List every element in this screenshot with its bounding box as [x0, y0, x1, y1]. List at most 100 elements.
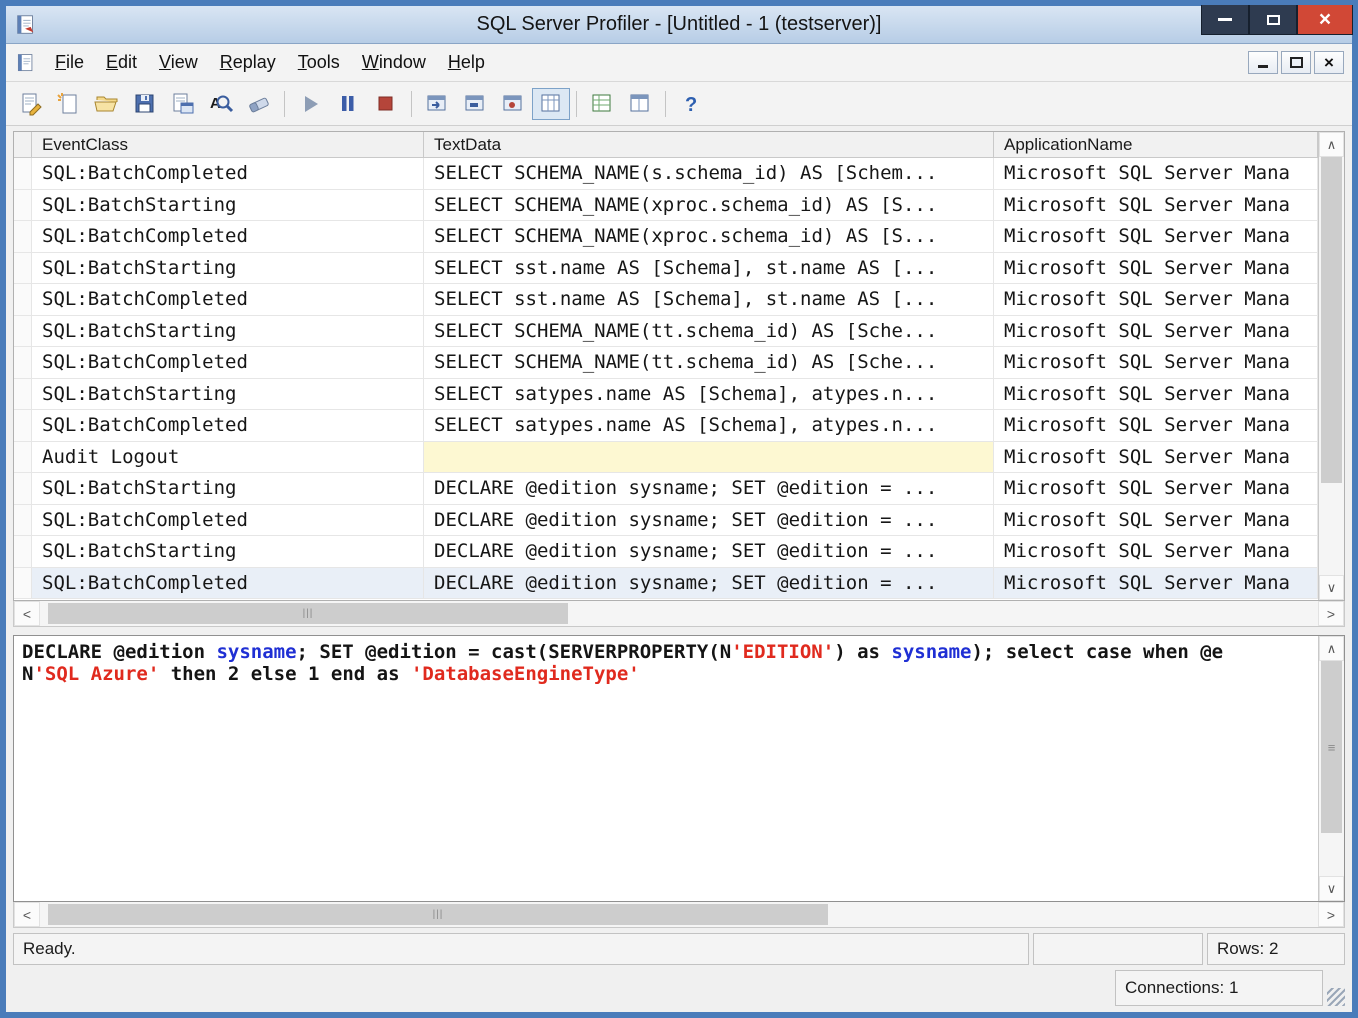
application-name-cell: Microsoft SQL Server Mana: [994, 442, 1318, 473]
menu-item-view[interactable]: View: [148, 47, 209, 78]
column-header-applicationname[interactable]: ApplicationName: [994, 132, 1318, 157]
save-trace-button[interactable]: [126, 88, 164, 120]
text-data-cell: [424, 442, 994, 473]
table-row[interactable]: SQL:BatchStartingSELECT SCHEMA_NAME(tt.s…: [14, 316, 1318, 348]
menu-item-tools[interactable]: Tools: [287, 47, 351, 78]
find-button[interactable]: A: [202, 88, 240, 120]
pause-replay-button[interactable]: [329, 88, 367, 120]
table-row[interactable]: SQL:BatchCompletedSELECT satypes.name AS…: [14, 410, 1318, 442]
grip-icon: |||: [433, 909, 444, 920]
table-row[interactable]: SQL:BatchStartingDECLARE @edition sysnam…: [14, 473, 1318, 505]
execute-one-step-icon: [424, 91, 450, 117]
event-class-cell: SQL:BatchCompleted: [32, 158, 424, 189]
table-row[interactable]: SQL:BatchStartingSELECT satypes.name AS …: [14, 379, 1318, 411]
mdi-minimize-button[interactable]: [1248, 51, 1278, 74]
help-button[interactable]: ?: [672, 88, 710, 120]
mdi-close-button[interactable]: ×: [1314, 51, 1344, 74]
resize-grip[interactable]: [1327, 988, 1345, 1006]
row-header-cell: [14, 284, 32, 315]
scroll-thumb[interactable]: ≡: [1321, 661, 1342, 833]
stop-replay-button[interactable]: [367, 88, 405, 120]
grid-vertical-scrollbar[interactable]: ∧ ∨: [1318, 132, 1344, 600]
scroll-track[interactable]: ≡: [1319, 661, 1344, 876]
event-class-cell: SQL:BatchStarting: [32, 253, 424, 284]
application-name-cell: Microsoft SQL Server Mana: [994, 221, 1318, 252]
event-class-cell: Audit Logout: [32, 442, 424, 473]
scroll-down-button[interactable]: ∨: [1319, 575, 1344, 600]
scroll-up-button[interactable]: ∧: [1319, 636, 1344, 661]
run-to-cursor-button[interactable]: [456, 88, 494, 120]
menu-item-file[interactable]: File: [44, 47, 95, 78]
toolbar-separator: [284, 91, 285, 117]
execute-one-step-button[interactable]: [418, 88, 456, 120]
scroll-right-button[interactable]: >: [1318, 601, 1344, 626]
scroll-left-button[interactable]: <: [14, 601, 40, 626]
scroll-right-button[interactable]: >: [1318, 902, 1344, 927]
organize-columns-button[interactable]: [532, 88, 570, 120]
scroll-thumb[interactable]: |||: [48, 904, 828, 925]
maximize-button[interactable]: [1249, 5, 1297, 35]
find-icon: A: [208, 91, 234, 117]
scroll-track[interactable]: |||: [40, 902, 1318, 927]
table-row[interactable]: SQL:BatchCompletedSELECT SCHEMA_NAME(s.s…: [14, 158, 1318, 190]
status-ready: Ready.: [13, 933, 1029, 965]
event-class-cell: SQL:BatchCompleted: [32, 505, 424, 536]
application-name-cell: Microsoft SQL Server Mana: [994, 253, 1318, 284]
status-bar: Ready. Rows: 2: [13, 933, 1345, 965]
scroll-left-button[interactable]: <: [14, 902, 40, 927]
scroll-down-button[interactable]: ∨: [1319, 876, 1344, 901]
menu-item-edit[interactable]: Edit: [95, 47, 148, 78]
minimize-button[interactable]: [1201, 5, 1249, 35]
application-name-cell: Microsoft SQL Server Mana: [994, 473, 1318, 504]
grid-body: SQL:BatchCompletedSELECT SCHEMA_NAME(s.s…: [14, 158, 1318, 600]
table-row[interactable]: Audit Logout Microsoft SQL Server Mana: [14, 442, 1318, 474]
scroll-track[interactable]: [1319, 157, 1344, 575]
detail-vertical-scrollbar[interactable]: ∧ ≡ ∨: [1318, 636, 1344, 901]
scroll-up-button[interactable]: ∧: [1319, 132, 1344, 157]
toggle-breakpoint-button[interactable]: [494, 88, 532, 120]
clear-trace-button[interactable]: [240, 88, 278, 120]
table-row[interactable]: SQL:BatchStartingDECLARE @edition sysnam…: [14, 536, 1318, 568]
detail-text[interactable]: DECLARE @edition sysname; SET @edition =…: [14, 636, 1318, 901]
window-title: SQL Server Profiler - [Untitled - 1 (tes…: [6, 13, 1352, 36]
table-row[interactable]: SQL:BatchCompletedSELECT SCHEMA_NAME(xpr…: [14, 221, 1318, 253]
scroll-thumb[interactable]: |||: [48, 603, 568, 624]
table-row[interactable]: SQL:BatchCompletedSELECT SCHEMA_NAME(tt.…: [14, 347, 1318, 379]
table-row[interactable]: SQL:BatchStartingSELECT sst.name AS [Sch…: [14, 253, 1318, 285]
status-row-count: Rows: 2: [1207, 933, 1345, 965]
table-row[interactable]: SQL:BatchCompletedDECLARE @edition sysna…: [14, 505, 1318, 537]
open-trace-button[interactable]: [88, 88, 126, 120]
sql-token: ); select case when @e: [971, 641, 1223, 663]
grid-results-button[interactable]: [583, 88, 621, 120]
row-header-cell: [14, 410, 32, 441]
row-header-cell: [14, 221, 32, 252]
new-trace-button[interactable]: [12, 88, 50, 120]
start-replay-button[interactable]: [291, 88, 329, 120]
sql-token: then 2 else 1 end as: [159, 663, 411, 685]
properties-button[interactable]: [164, 88, 202, 120]
sql-token: ; SET @edition = cast(SERVERPROPERTY(N: [297, 641, 732, 663]
maximize-icon: [1267, 15, 1280, 25]
menu-item-replay[interactable]: Replay: [209, 47, 287, 78]
row-header-cell: [14, 253, 32, 284]
table-row[interactable]: SQL:BatchCompletedDECLARE @edition sysna…: [14, 568, 1318, 600]
mdi-restore-button[interactable]: [1281, 51, 1311, 74]
detail-horizontal-scrollbar[interactable]: < ||| >: [13, 902, 1345, 928]
new-document-button[interactable]: [50, 88, 88, 120]
menu-item-window[interactable]: Window: [351, 47, 437, 78]
scroll-thumb[interactable]: [1321, 157, 1342, 483]
window-layout-button[interactable]: [621, 88, 659, 120]
row-header-cell: [14, 442, 32, 473]
close-button[interactable]: ×: [1297, 5, 1353, 35]
title-bar[interactable]: SQL Server Profiler - [Untitled - 1 (tes…: [6, 6, 1352, 44]
application-name-cell: Microsoft SQL Server Mana: [994, 347, 1318, 378]
column-header-eventclass[interactable]: EventClass: [32, 132, 424, 157]
grid-horizontal-scrollbar[interactable]: < ||| >: [13, 601, 1345, 627]
application-name-cell: Microsoft SQL Server Mana: [994, 410, 1318, 441]
table-row[interactable]: SQL:BatchStartingSELECT SCHEMA_NAME(xpro…: [14, 190, 1318, 222]
application-name-cell: Microsoft SQL Server Mana: [994, 190, 1318, 221]
menu-item-help[interactable]: Help: [437, 47, 496, 78]
table-row[interactable]: SQL:BatchCompletedSELECT sst.name AS [Sc…: [14, 284, 1318, 316]
scroll-track[interactable]: |||: [40, 601, 1318, 626]
column-header-textdata[interactable]: TextData: [424, 132, 994, 157]
